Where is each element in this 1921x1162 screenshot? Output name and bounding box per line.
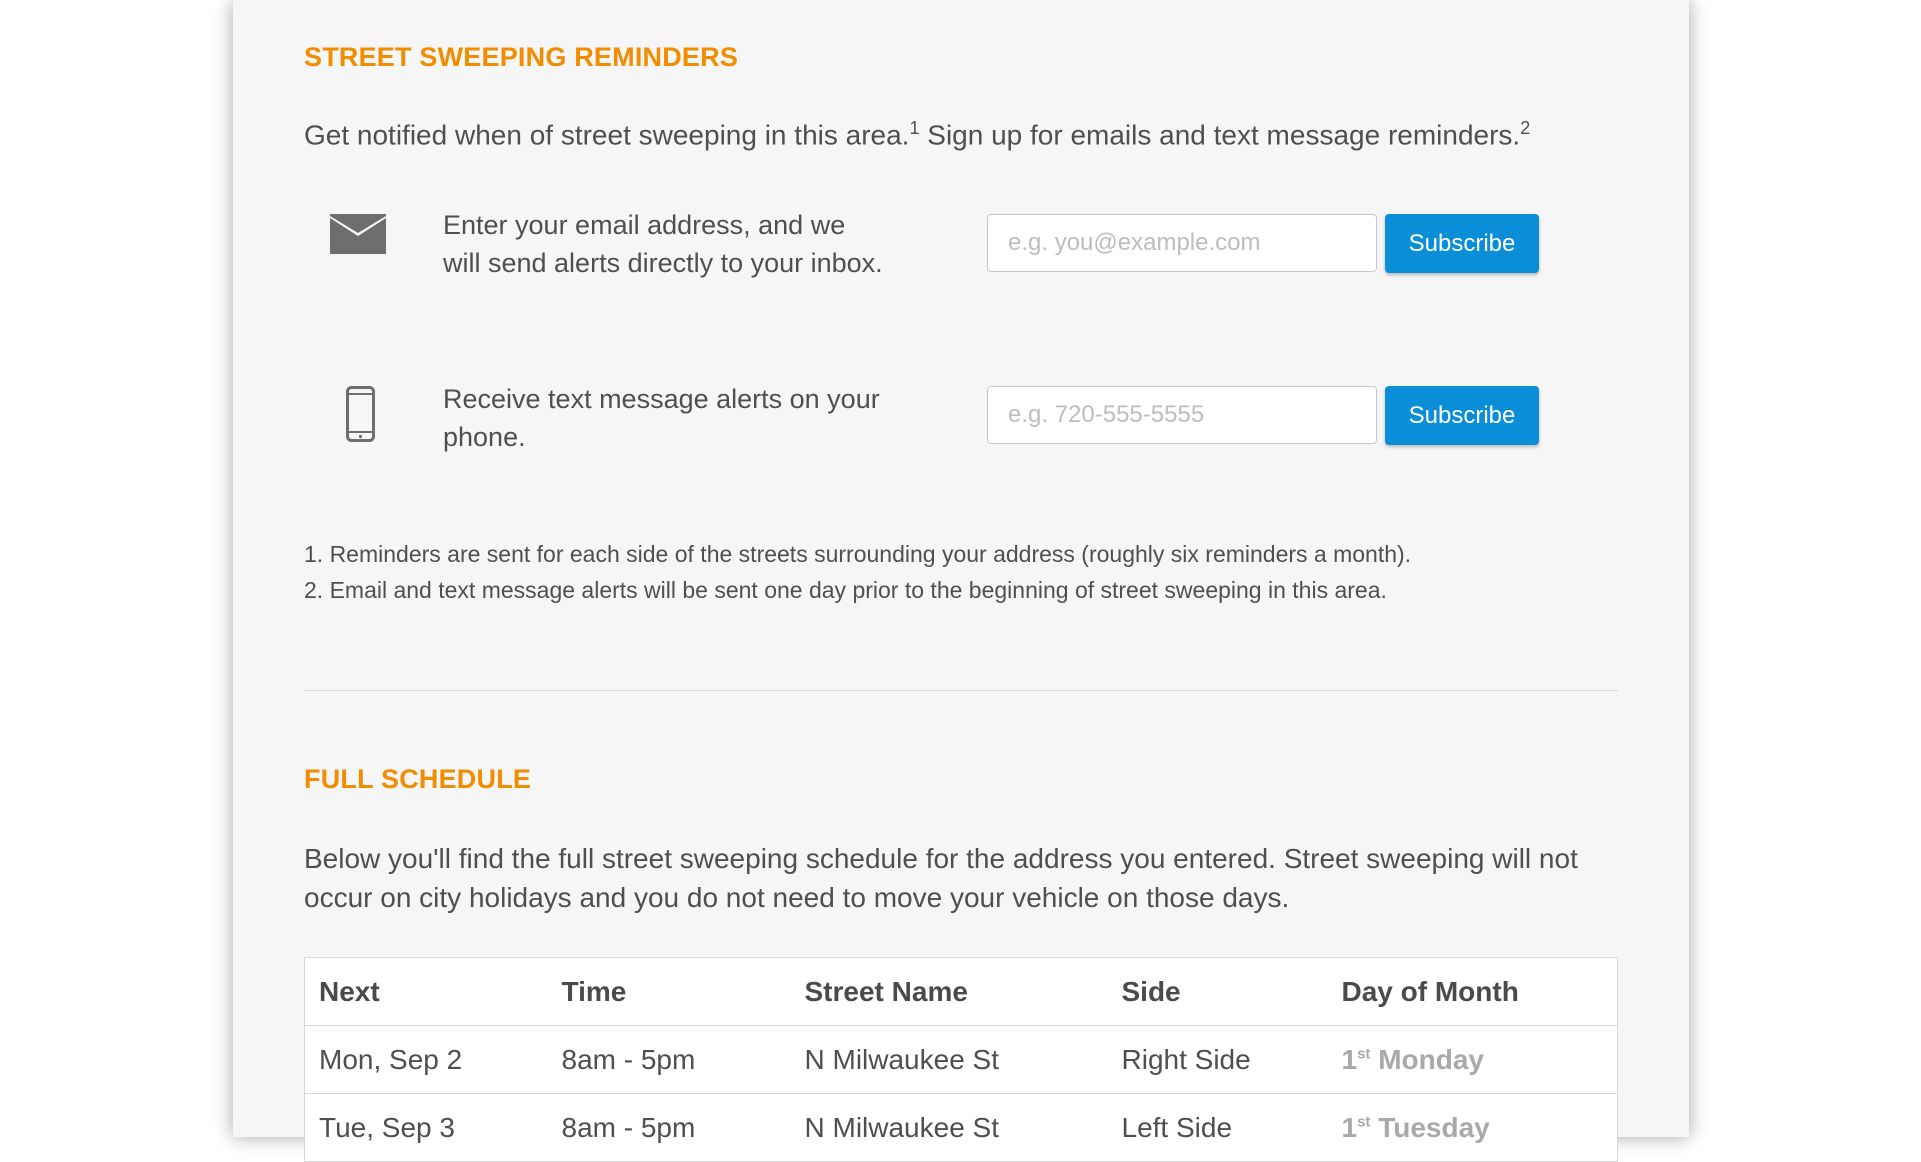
- table-header-row: Next Time Street Name Side Day of Month: [304, 957, 1618, 1026]
- day-name: Monday: [1378, 1043, 1484, 1075]
- schedule-description: Below you'll find the full street sweepi…: [304, 843, 1578, 913]
- intro-text-1: Get notified when of street sweeping in …: [304, 119, 910, 151]
- cell-street: N Milwaukee St: [790, 1093, 1108, 1162]
- footnotes: 1. Reminders are sent for each side of t…: [304, 536, 1411, 608]
- day-number: 1: [1341, 1043, 1358, 1075]
- cell-street: N Milwaukee St: [790, 1025, 1108, 1094]
- day-name: Tuesday: [1378, 1111, 1490, 1143]
- schedule-table: Next Time Street Name Side Day of Month …: [304, 957, 1618, 1162]
- cell-side: Right Side: [1107, 1025, 1328, 1094]
- cell-day-of-month: 1st Tuesday: [1327, 1093, 1618, 1162]
- footnote-ref-1: 1: [909, 118, 920, 138]
- table-row: Tue, Sep 3 8am - 5pm N Milwaukee St Left…: [304, 1093, 1618, 1162]
- footnote-1: 1. Reminders are sent for each side of t…: [304, 541, 1412, 567]
- reminders-heading: STREET SWEEPING REMINDERS: [304, 42, 739, 72]
- envelope-icon: [330, 214, 386, 259]
- table-row: Mon, Sep 2 8am - 5pm N Milwaukee St Righ…: [304, 1025, 1618, 1094]
- cell-time: 8am - 5pm: [547, 1093, 791, 1162]
- cell-next: Tue, Sep 3: [304, 1093, 548, 1162]
- day-suffix: st: [1357, 1045, 1371, 1063]
- column-header-next: Next: [304, 957, 548, 1026]
- email-subscribe-button[interactable]: Subscribe: [1385, 214, 1539, 273]
- phone-input[interactable]: [987, 386, 1377, 444]
- footnote-ref-2: 2: [1520, 118, 1531, 138]
- reminders-intro: Get notified when of street sweeping in …: [304, 118, 1530, 151]
- content-card: STREET SWEEPING REMINDERS Get notified w…: [233, 0, 1689, 1162]
- cell-next: Mon, Sep 2: [304, 1025, 548, 1094]
- footnote-2: 2. Email and text message alerts will be…: [304, 577, 1387, 603]
- cell-day-of-month: 1st Monday: [1327, 1025, 1618, 1094]
- section-divider: [304, 690, 1618, 691]
- sms-description: Receive text message alerts on your phon…: [443, 384, 880, 452]
- day-suffix: st: [1357, 1113, 1371, 1131]
- email-input[interactable]: [987, 214, 1377, 272]
- day-number: 1: [1341, 1111, 1358, 1143]
- schedule-heading: FULL SCHEDULE: [304, 764, 532, 794]
- column-header-street-name: Street Name: [790, 957, 1108, 1026]
- intro-text-2: Sign up for emails and text message remi…: [919, 119, 1521, 151]
- column-header-time: Time: [547, 957, 791, 1026]
- sms-subscribe-button[interactable]: Subscribe: [1385, 386, 1539, 445]
- cell-side: Left Side: [1107, 1093, 1328, 1162]
- phone-icon: [346, 386, 375, 447]
- cell-time: 8am - 5pm: [547, 1025, 791, 1094]
- column-header-day-of-month: Day of Month: [1327, 957, 1618, 1026]
- email-description: Enter your email address, and we will se…: [443, 210, 883, 278]
- column-header-side: Side: [1107, 957, 1328, 1026]
